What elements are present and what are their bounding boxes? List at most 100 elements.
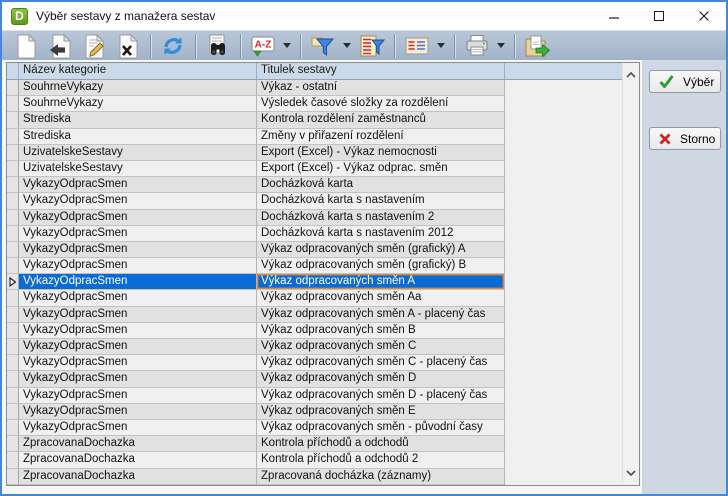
table-row[interactable]: Strediska Kontrola rozdělení zaměstnanců (7, 112, 639, 128)
category-cell[interactable]: VykazyOdpracSmen (19, 226, 257, 242)
table-row[interactable]: UzivatelskeSestavy Export (Excel) - Výka… (7, 145, 639, 161)
table-row[interactable]: VykazyOdpracSmen Docházková karta s nast… (7, 226, 639, 242)
table-row[interactable]: VykazyOdpracSmen Výkaz odpracovaných smě… (7, 355, 639, 371)
title-cell[interactable]: Výkaz odpracovaných směn B (257, 323, 505, 339)
category-cell[interactable]: UzivatelskeSestavy (19, 161, 257, 177)
title-cell[interactable]: Docházková karta (257, 177, 505, 193)
print-dropdown[interactable] (494, 32, 507, 60)
table-row[interactable]: ZpracovanaDochazka Kontrola příchodů a o… (7, 436, 639, 452)
category-cell[interactable]: SouhrneVykazy (19, 96, 257, 112)
column-header-title[interactable]: Titulek sestavy (257, 63, 505, 79)
table-row[interactable]: Strediska Změny v přiřazení rozdělení (7, 129, 639, 145)
table-row[interactable]: SouhrneVykazy Výkaz - ostatní (7, 80, 639, 96)
filter-dropdown[interactable] (340, 32, 353, 60)
vertical-scrollbar[interactable] (622, 63, 639, 485)
scroll-up-button[interactable] (623, 66, 639, 83)
title-cell[interactable]: Docházková karta s nastavením 2012 (257, 226, 505, 242)
title-cell[interactable]: Kontrola příchodů a odchodů 2 (257, 452, 505, 468)
table-row[interactable]: VykazyOdpracSmen Docházková karta s nast… (7, 210, 639, 226)
table-row[interactable]: VykazyOdpracSmen Výkaz odpracovaných smě… (7, 290, 639, 306)
title-cell[interactable]: Kontrola příchodů a odchodů (257, 436, 505, 452)
table-row[interactable]: VykazyOdpracSmen Docházková karta s nast… (7, 193, 639, 209)
table-row[interactable]: VykazyOdpracSmen Výkaz odpracovaných smě… (7, 274, 639, 290)
table-row[interactable]: VykazyOdpracSmen Výkaz odpracovaných smě… (7, 420, 639, 436)
category-cell[interactable]: VykazyOdpracSmen (19, 323, 257, 339)
category-cell[interactable]: VykazyOdpracSmen (19, 193, 257, 209)
table-row[interactable]: VykazyOdpracSmen Výkaz odpracovaných smě… (7, 242, 639, 258)
title-cell[interactable]: Výkaz odpracovaných směn D (257, 371, 505, 387)
category-cell[interactable]: Strediska (19, 112, 257, 128)
table-row[interactable]: VykazyOdpracSmen Docházková karta (7, 177, 639, 193)
table-row[interactable]: VykazyOdpracSmen Výkaz odpracovaných smě… (7, 339, 639, 355)
category-cell[interactable]: VykazyOdpracSmen (19, 258, 257, 274)
delete-report-button[interactable] (114, 32, 142, 60)
open-report-button[interactable] (46, 32, 74, 60)
sort-az-dropdown[interactable] (280, 32, 293, 60)
category-cell[interactable]: ZpracovanaDochazka (19, 469, 257, 485)
title-cell[interactable]: Výkaz odpracovaných směn A - placený čas (257, 307, 505, 323)
category-cell[interactable]: UzivatelskeSestavy (19, 145, 257, 161)
table-row[interactable]: VykazyOdpracSmen Výkaz odpracovaných smě… (7, 323, 639, 339)
category-cell[interactable]: VykazyOdpracSmen (19, 388, 257, 404)
title-cell[interactable]: Výkaz odpracovaných směn (grafický) B (257, 258, 505, 274)
title-cell[interactable]: Výsledek časové složky za rozdělení (257, 96, 505, 112)
table-row[interactable]: VykazyOdpracSmen Výkaz odpracovaných smě… (7, 388, 639, 404)
table-row[interactable]: VykazyOdpracSmen Výkaz odpracovaných smě… (7, 307, 639, 323)
title-cell[interactable]: Výkaz - ostatní (257, 80, 505, 96)
table-row[interactable]: VykazyOdpracSmen Výkaz odpracovaných smě… (7, 404, 639, 420)
select-button[interactable]: Výběr (649, 70, 721, 93)
category-cell[interactable]: VykazyOdpracSmen (19, 307, 257, 323)
table-row[interactable]: ZpracovanaDochazka Kontrola příchodů a o… (7, 452, 639, 468)
sort-az-button[interactable]: A-Z (249, 32, 277, 60)
title-cell[interactable]: Výkaz odpracovaných směn C - placený čas (257, 355, 505, 371)
title-cell[interactable]: Změny v přiřazení rozdělení (257, 129, 505, 145)
title-cell[interactable]: Export (Excel) - Výkaz odprac. směn (257, 161, 505, 177)
filter-button[interactable] (309, 32, 337, 60)
title-cell[interactable]: Výkaz odpracovaných směn C (257, 339, 505, 355)
category-cell[interactable]: VykazyOdpracSmen (19, 355, 257, 371)
category-cell[interactable]: VykazyOdpracSmen (19, 420, 257, 436)
table-row[interactable]: VykazyOdpracSmen Výkaz odpracovaných smě… (7, 371, 639, 387)
title-cell[interactable]: Zpracovaná docházka (záznamy) (257, 469, 505, 485)
filter-settings-button[interactable] (358, 32, 386, 60)
columns-button[interactable] (403, 32, 431, 60)
print-button[interactable] (463, 32, 491, 60)
table-row[interactable]: SouhrneVykazy Výsledek časové složky za … (7, 96, 639, 112)
table-row[interactable]: VykazyOdpracSmen Výkaz odpracovaných smě… (7, 258, 639, 274)
title-cell[interactable]: Výkaz odpracovaných směn (grafický) A (257, 242, 505, 258)
title-cell[interactable]: Kontrola rozdělení zaměstnanců (257, 112, 505, 128)
new-report-button[interactable] (12, 32, 40, 60)
category-cell[interactable]: VykazyOdpracSmen (19, 290, 257, 306)
category-cell[interactable]: VykazyOdpracSmen (19, 404, 257, 420)
title-cell[interactable]: Export (Excel) - Výkaz nemocnosti (257, 145, 505, 161)
column-header-category[interactable]: Název kategorie (19, 63, 257, 79)
title-cell[interactable]: Výkaz odpracovaných směn A (257, 274, 505, 290)
category-cell[interactable]: VykazyOdpracSmen (19, 177, 257, 193)
table-row[interactable]: UzivatelskeSestavy Export (Excel) - Výka… (7, 161, 639, 177)
category-cell[interactable]: VykazyOdpracSmen (19, 210, 257, 226)
title-cell[interactable]: Výkaz odpracovaných směn - původní časy (257, 420, 505, 436)
refresh-button[interactable] (159, 32, 187, 60)
category-cell[interactable]: ZpracovanaDochazka (19, 452, 257, 468)
title-cell[interactable]: Docházková karta s nastavením 2 (257, 210, 505, 226)
category-cell[interactable]: VykazyOdpracSmen (19, 274, 257, 290)
category-cell[interactable]: SouhrneVykazy (19, 80, 257, 96)
columns-dropdown[interactable] (434, 32, 447, 60)
category-cell[interactable]: Strediska (19, 129, 257, 145)
category-cell[interactable]: VykazyOdpracSmen (19, 339, 257, 355)
table-row[interactable]: ZpracovanaDochazka Zpracovaná docházka (… (7, 469, 639, 485)
title-cell[interactable]: Docházková karta s nastavením (257, 193, 505, 209)
category-cell[interactable]: VykazyOdpracSmen (19, 371, 257, 387)
export-button[interactable] (523, 32, 551, 60)
cancel-button[interactable]: Storno (649, 127, 721, 150)
find-button[interactable] (204, 32, 232, 60)
scroll-down-button[interactable] (623, 465, 639, 482)
category-cell[interactable]: ZpracovanaDochazka (19, 436, 257, 452)
category-cell[interactable]: VykazyOdpracSmen (19, 242, 257, 258)
close-button[interactable] (681, 2, 726, 30)
edit-report-button[interactable] (80, 32, 108, 60)
title-cell[interactable]: Výkaz odpracovaných směn E (257, 404, 505, 420)
title-cell[interactable]: Výkaz odpracovaných směn D - placený čas (257, 388, 505, 404)
title-cell[interactable]: Výkaz odpracovaných směn Aa (257, 290, 505, 306)
minimize-button[interactable] (591, 2, 636, 30)
